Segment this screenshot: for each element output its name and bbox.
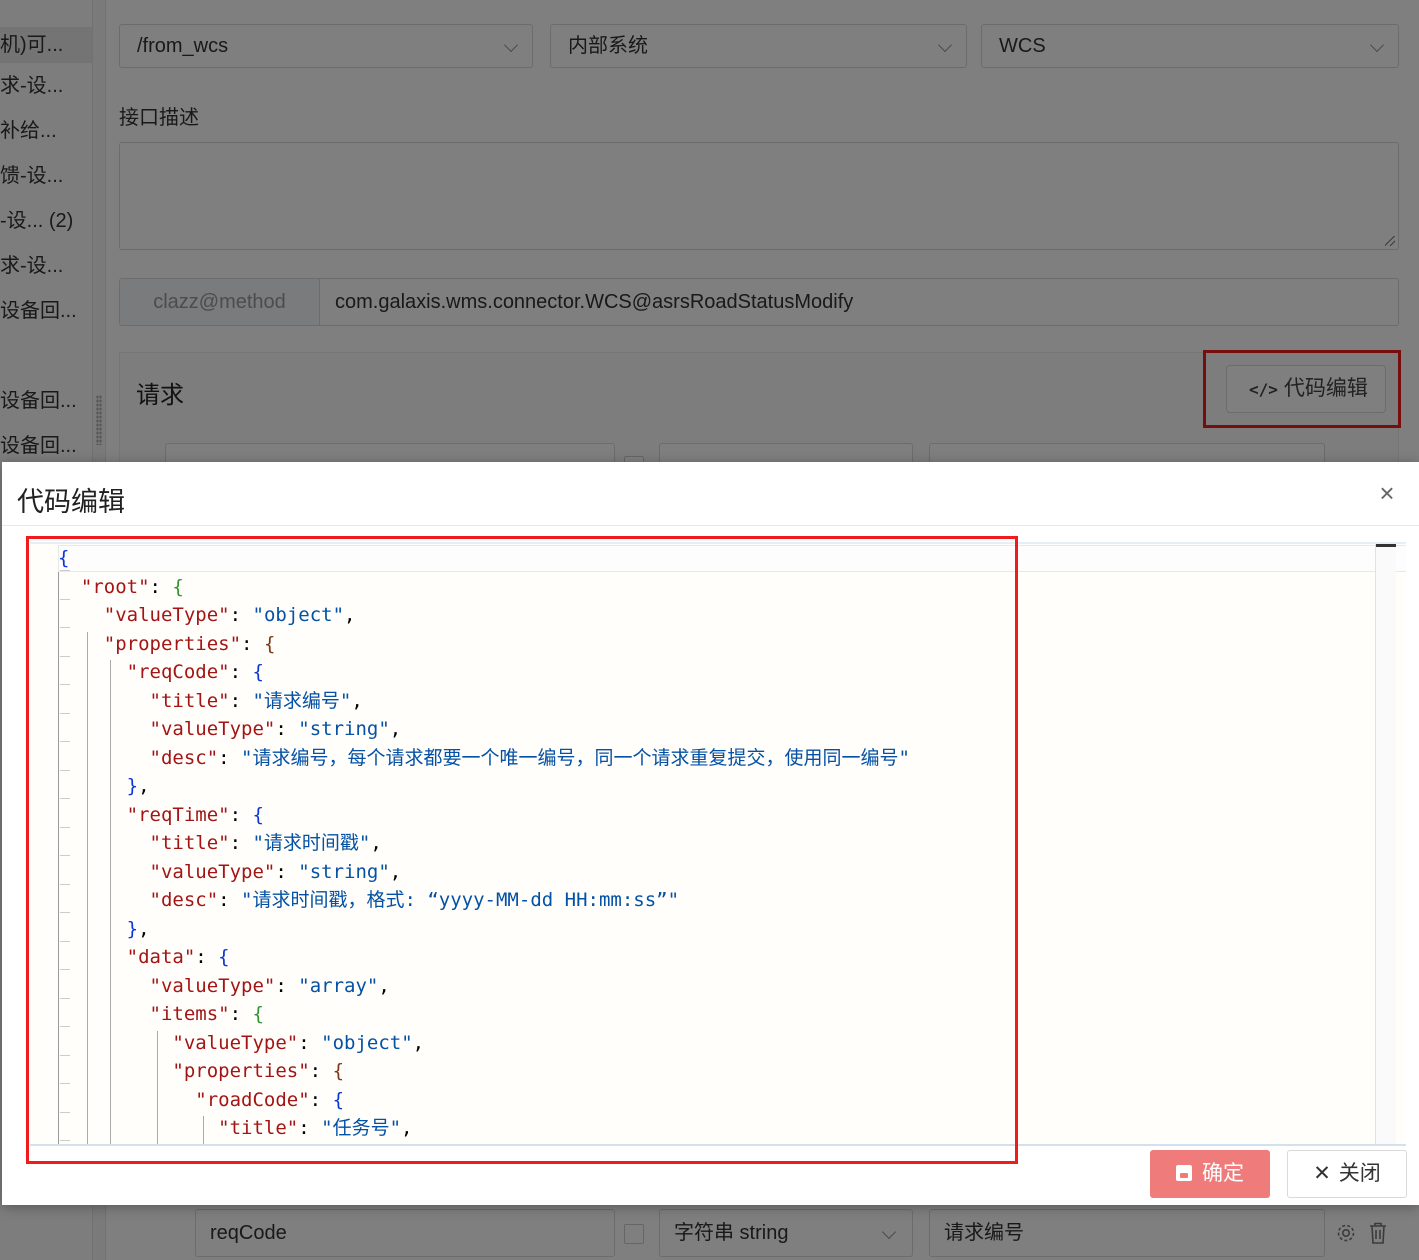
dialog-header: 代码编辑 × <box>2 462 1419 526</box>
scrollbar-thumb[interactable] <box>1376 544 1396 547</box>
close-button-label: 关闭 <box>1338 1162 1381 1185</box>
editor-scrollbar[interactable] <box>1375 544 1396 1144</box>
confirm-button-label: 确定 <box>1202 1162 1244 1185</box>
dialog-title: 代码编辑 <box>17 487 125 517</box>
close-button[interactable]: ✕ 关闭 <box>1287 1150 1407 1198</box>
close-icon: ✕ <box>1313 1162 1331 1185</box>
close-icon[interactable]: × <box>1375 480 1399 506</box>
save-icon <box>1176 1165 1192 1181</box>
highlight-box <box>26 536 1018 1164</box>
confirm-button[interactable]: 确定 <box>1150 1150 1270 1198</box>
